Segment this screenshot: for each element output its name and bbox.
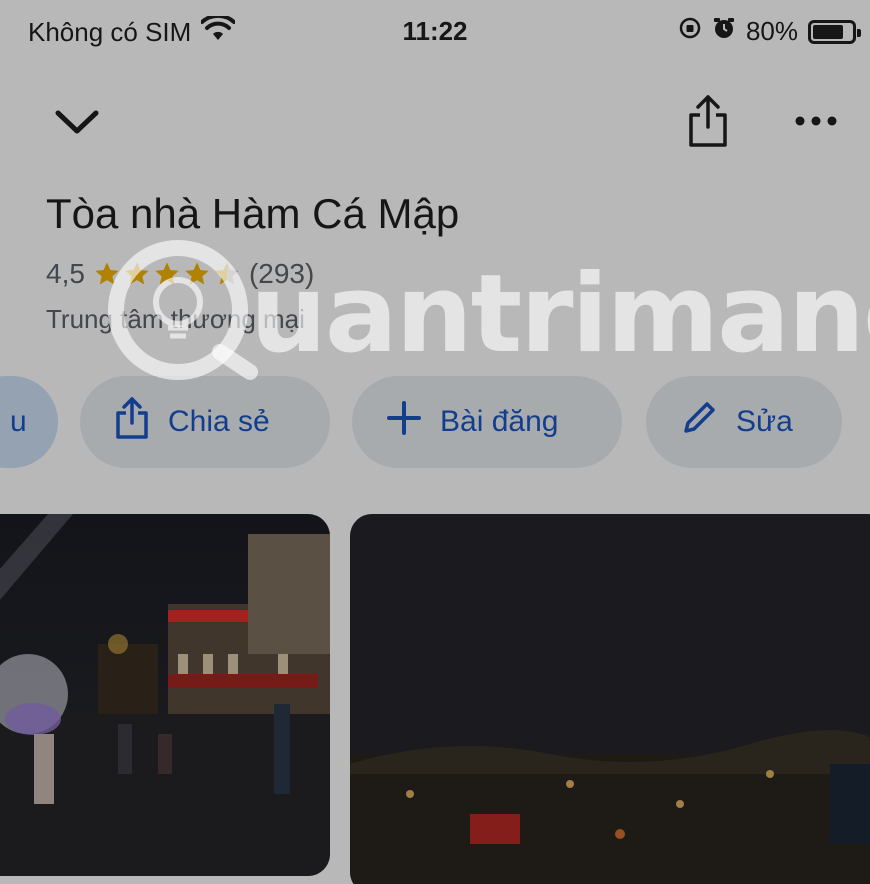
carrier-label: Không có SIM — [28, 17, 192, 47]
share-button[interactable]: Chia sẻ — [80, 376, 330, 468]
place-category: Trung tâm thương mại — [46, 304, 305, 334]
more-icon[interactable] — [780, 96, 852, 146]
star-icon — [155, 262, 179, 285]
star-icon — [125, 262, 149, 285]
photo-thumbnail[interactable] — [350, 514, 870, 884]
rating-value: 4,5 — [46, 258, 85, 289]
review-count: (293) — [248, 258, 315, 289]
share-icon[interactable] — [678, 86, 738, 156]
orientation-lock-icon — [678, 16, 702, 47]
photo-strip — [0, 514, 870, 884]
battery-icon — [808, 19, 861, 44]
add-post-button[interactable]: Bài đăng — [352, 376, 622, 468]
status-bar: Không có SIM 11:22 80% — [0, 0, 870, 64]
chip-partial-label: u — [10, 405, 27, 438]
rating-stars — [93, 260, 241, 288]
rating-row[interactable]: 4,5 (293) — [46, 258, 314, 290]
status-right: 80% — [678, 16, 861, 47]
watermark-text: uantrimang — [250, 252, 870, 377]
pencil-icon — [680, 399, 718, 445]
alarm-icon — [712, 16, 736, 47]
place-detail-screen: Không có SIM 11:22 80% Tòa nhà Hàm Cá Mậ… — [0, 0, 870, 884]
share-button-label: Chia sẻ — [168, 405, 270, 438]
chevron-down-icon[interactable] — [42, 92, 112, 152]
plus-icon — [386, 400, 422, 444]
edit-button[interactable]: Sửa — [646, 376, 842, 468]
place-title: Tòa nhà Hàm Cá Mập — [46, 190, 460, 237]
add-post-label: Bài đăng — [440, 405, 559, 438]
action-chips: u Chia sẻ Bài đăng Sửa — [0, 376, 870, 468]
battery-percent: 80% — [745, 16, 798, 46]
wifi-icon — [200, 13, 237, 49]
battery-level — [813, 24, 843, 39]
photo-thumbnail[interactable] — [0, 514, 330, 876]
star-icon — [185, 262, 209, 285]
star-icon — [215, 262, 239, 285]
edit-button-label: Sửa — [736, 405, 793, 438]
share-icon — [114, 396, 150, 448]
star-icon — [95, 262, 119, 285]
status-left: Không có SIM — [28, 13, 237, 49]
chip-partial[interactable]: u — [0, 376, 58, 468]
